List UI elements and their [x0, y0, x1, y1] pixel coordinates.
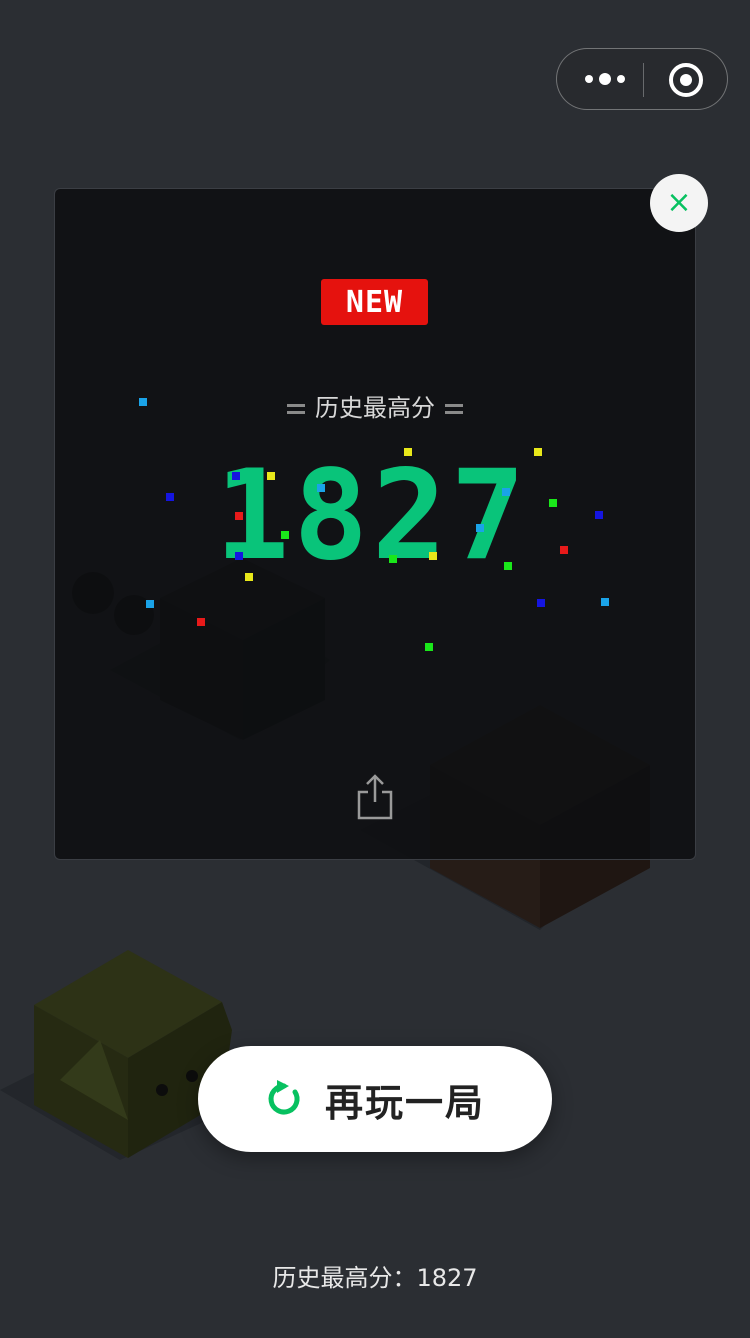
confetti-square: [267, 472, 275, 480]
confetti-square: [197, 618, 205, 626]
confetti-square: [560, 546, 568, 554]
confetti-square: [389, 555, 397, 563]
confetti-square: [139, 398, 147, 406]
replay-icon: [268, 1080, 300, 1115]
confetti-square: [537, 599, 545, 607]
confetti-square: [595, 511, 603, 519]
confetti-square: [166, 493, 174, 501]
share-icon[interactable]: [356, 774, 394, 820]
confetti-square: [549, 499, 557, 507]
confetti-square: [425, 643, 433, 651]
confetti-square: [235, 552, 243, 560]
confetti-square: [281, 531, 289, 539]
confetti-square: [476, 524, 484, 532]
confetti-square: [235, 512, 243, 520]
best-score-value: 1827: [215, 444, 530, 588]
confetti-square: [317, 484, 325, 492]
confetti-square: [502, 488, 510, 496]
confetti-square: [146, 600, 154, 608]
confetti-square: [404, 448, 412, 456]
confetti-square: [504, 562, 512, 570]
confetti-square: [601, 598, 609, 606]
confetti-square: [534, 448, 542, 456]
replay-button[interactable]: 再玩一局: [198, 1046, 552, 1152]
confetti-square: [245, 573, 253, 581]
replay-label: 再玩一局: [324, 1080, 485, 1125]
footer-best-score: 历史最高分：1827: [272, 1264, 478, 1292]
confetti-square: [429, 552, 437, 560]
confetti-square: [232, 472, 240, 480]
